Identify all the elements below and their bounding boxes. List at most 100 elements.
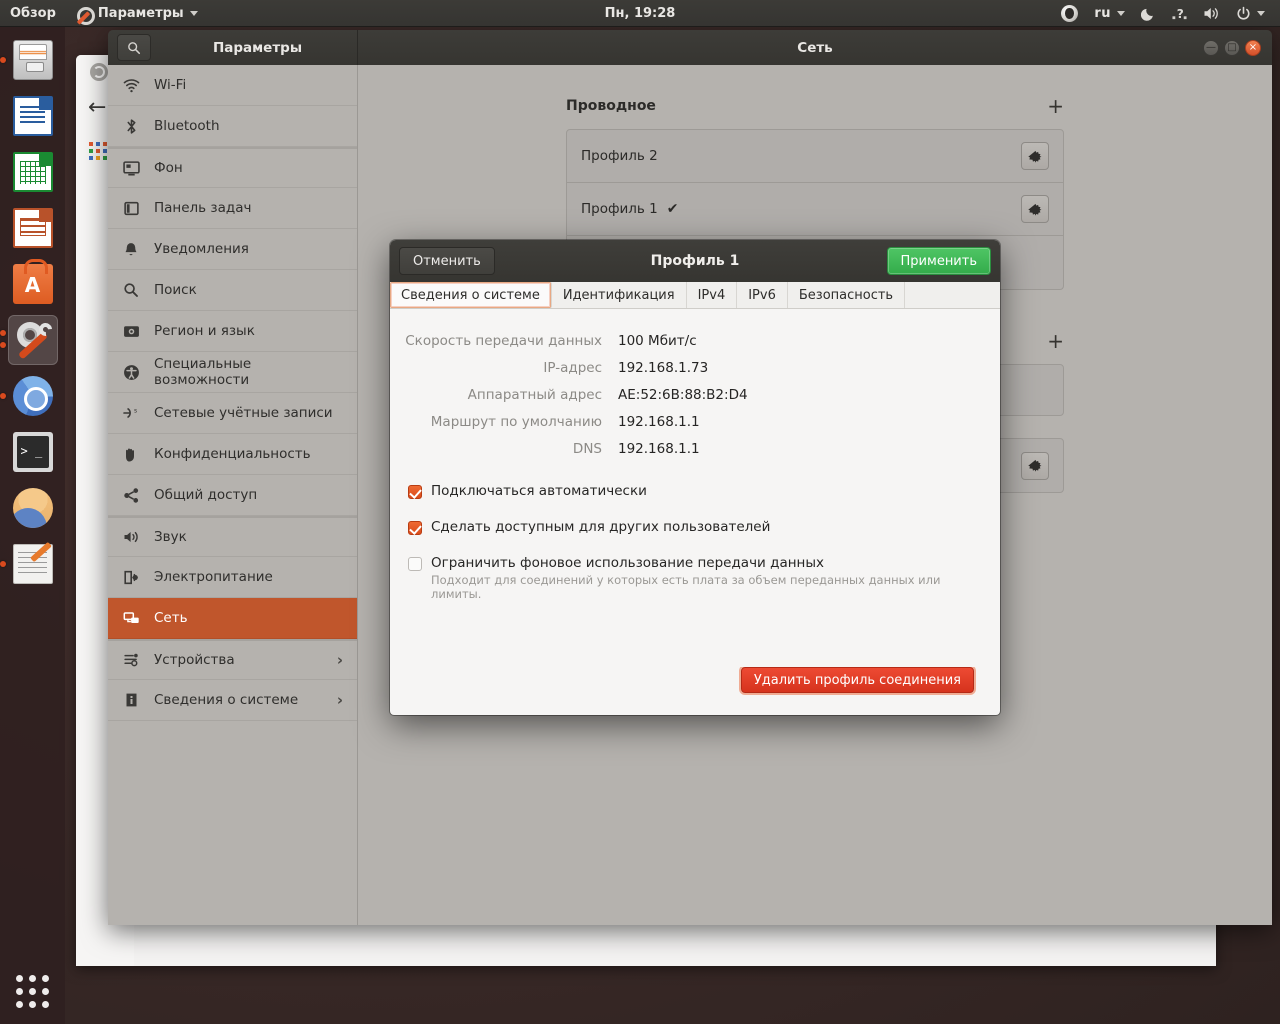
sidebar-item-sharing[interactable]: Общий доступ (108, 475, 357, 516)
caret-down-icon (189, 11, 198, 16)
sidebar-item-label: Wi-Fi (154, 77, 187, 93)
add-connection-button[interactable]: + (1047, 331, 1064, 351)
detail-label: IP-адрес (543, 360, 602, 376)
night-mode-icon[interactable] (1134, 0, 1163, 27)
running-indicator (0, 561, 6, 567)
sidebar-item-dock[interactable]: Панель задач (108, 188, 357, 229)
launcher-item-settings[interactable] (0, 315, 58, 365)
sidebar-item-bluetooth[interactable]: Bluetooth (108, 106, 357, 147)
settings-sidebar[interactable]: Wi-Fi Bluetooth Фон Панель задач Уведомл… (108, 65, 358, 925)
privacy-hand-icon (122, 445, 140, 463)
cancel-button[interactable]: Отменить (399, 247, 495, 275)
metered-checkbox[interactable] (408, 557, 422, 571)
delete-connection-button[interactable]: Удалить профиль соединения (740, 667, 974, 693)
sidebar-item-label: Звук (154, 529, 187, 545)
checkbox-label: Сделать доступным для других пользовател… (431, 519, 771, 535)
back-arrow-icon[interactable]: ← (88, 97, 106, 119)
close-button[interactable]: × (1245, 39, 1261, 56)
libreoffice-impress-icon (12, 208, 53, 248)
dialog-options: Подключаться автоматически Сделать досту… (390, 483, 974, 601)
google-apps-grid-icon[interactable] (89, 142, 107, 160)
dialog-tabs[interactable]: Сведения о системе Идентификация IPv4 IP… (390, 282, 1000, 309)
sidebar-item-devices[interactable]: Устройства › (108, 639, 357, 680)
checkbox-row[interactable]: Сделать доступным для других пользовател… (408, 519, 974, 535)
window-titlebar[interactable]: Параметры Сеть — □ × (108, 30, 1272, 65)
volume-icon[interactable] (1196, 0, 1227, 27)
ubuntu-software-icon (12, 259, 53, 304)
sidebar-item-wifi[interactable]: Wi-Fi (108, 65, 357, 106)
detail-row: Маршрут по умолчанию 192.168.1.1 (390, 414, 974, 430)
running-indicator (0, 57, 6, 63)
gear-icon[interactable] (1021, 142, 1049, 170)
autoconnect-checkbox[interactable] (408, 485, 422, 499)
available-to-others-checkbox[interactable] (408, 521, 422, 535)
detail-value: AE:52:6B:88:B2:D4 (618, 387, 748, 403)
launcher-item-text-editor[interactable] (0, 539, 58, 589)
sidebar-item-accessibility[interactable]: Специальные возможности (108, 352, 357, 393)
tab-details[interactable]: Сведения о системе (390, 282, 552, 308)
launcher-item-image-viewer[interactable] (8, 483, 58, 533)
launcher-item-terminal[interactable] (8, 427, 58, 477)
launcher-item-calc[interactable] (8, 147, 58, 197)
sidebar-item-online-accounts[interactable]: s Сетевые учётные записи (108, 393, 357, 434)
keyboard-layout-button[interactable]: ru (1087, 0, 1132, 27)
svg-text:?: ? (1177, 7, 1184, 21)
tab-security[interactable]: Безопасность (787, 282, 906, 308)
detail-row: Аппаратный адрес AE:52:6B:88:B2:D4 (390, 387, 974, 403)
activities-button[interactable]: Обзор (0, 0, 66, 27)
gnome-top-bar[interactable]: Обзор Параметры Пн, 19:28 ru ? (0, 0, 1280, 27)
show-applications-icon[interactable] (7, 966, 57, 1016)
power-menu-button[interactable] (1229, 0, 1272, 27)
wifi-icon (122, 76, 140, 94)
sidebar-item-about[interactable]: Сведения о системе › (108, 680, 357, 721)
settings-app-icon (76, 6, 95, 25)
launcher-item-impress[interactable] (8, 203, 58, 253)
image-viewer-icon (12, 488, 53, 528)
battery-power-icon (122, 568, 140, 586)
dialog-footer: Удалить профиль соединения (390, 667, 1000, 715)
page-title: Сеть (797, 39, 833, 56)
system-status-area[interactable]: ru ? (1054, 0, 1280, 27)
app-menu-button[interactable]: Параметры (66, 0, 208, 27)
chevron-right-icon: › (336, 651, 343, 669)
help-icon[interactable]: ? (1165, 0, 1194, 27)
connection-editor-dialog[interactable]: Отменить Профиль 1 Применить Сведения о … (390, 240, 1000, 715)
sidebar-item-region[interactable]: Регион и язык (108, 311, 357, 352)
sidebar-item-label: Фон (154, 160, 183, 176)
ubuntu-indicator-button[interactable] (1054, 0, 1085, 27)
sidebar-item-privacy[interactable]: Конфиденциальность (108, 434, 357, 475)
launcher-item-writer[interactable] (8, 91, 58, 141)
tab-ipv4[interactable]: IPv4 (686, 282, 738, 308)
running-indicator (0, 393, 6, 399)
list-item[interactable]: Профиль 1 ✔ (567, 183, 1063, 236)
sidebar-item-search[interactable]: Поиск (108, 270, 357, 311)
sidebar-item-power[interactable]: Электропитание (108, 557, 357, 598)
tab-ipv6[interactable]: IPv6 (737, 282, 788, 308)
ubuntu-circle-icon (1061, 5, 1079, 22)
apply-button[interactable]: Применить (886, 247, 991, 275)
add-connection-button[interactable]: + (1047, 96, 1064, 116)
minimize-button[interactable]: — (1203, 39, 1219, 56)
sidebar-item-notifications[interactable]: Уведомления (108, 229, 357, 270)
detail-label: Аппаратный адрес (467, 387, 602, 403)
gear-icon[interactable] (1021, 451, 1049, 480)
list-item[interactable]: Профиль 2 (567, 130, 1063, 183)
launcher-item-files[interactable] (0, 35, 58, 85)
search-button[interactable] (117, 34, 151, 61)
sidebar-item-background[interactable]: Фон (108, 147, 357, 188)
tab-identity[interactable]: Идентификация (551, 282, 687, 308)
checkbox-row[interactable]: Подключаться автоматически (408, 483, 974, 499)
gear-icon[interactable] (1021, 195, 1049, 223)
launcher-item-software[interactable] (8, 259, 58, 309)
detail-row: Скорость передачи данных 100 Мбит/с (390, 333, 974, 349)
launcher-item-chromium[interactable] (0, 371, 58, 421)
sidebar-item-network[interactable]: Сеть (108, 598, 357, 639)
maximize-button[interactable]: □ (1224, 39, 1240, 56)
detail-value: 192.168.1.73 (618, 360, 709, 376)
sidebar-item-sound[interactable]: Звук (108, 516, 357, 557)
window-controls[interactable]: — □ × (1203, 39, 1272, 56)
dialog-content: Скорость передачи данных 100 Мбит/с IP-а… (390, 309, 1000, 667)
bell-icon (122, 240, 140, 258)
checkbox-row[interactable]: Ограничить фоновое использование передач… (408, 555, 974, 601)
unity-launcher[interactable] (0, 27, 65, 1024)
